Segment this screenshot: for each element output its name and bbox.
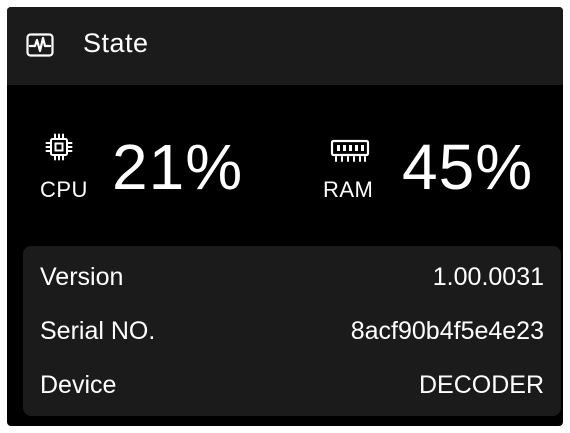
memory-stick-icon bbox=[330, 139, 370, 162]
panel-title: State bbox=[83, 28, 149, 58]
info-value: DECODER bbox=[418, 371, 544, 399]
activity-monitor-icon bbox=[26, 33, 54, 57]
cpu-chip-icon bbox=[45, 133, 73, 161]
info-row-device: Device DECODER bbox=[23, 358, 561, 412]
info-key: Serial NO. bbox=[40, 317, 156, 345]
info-row-version: Version 1.00.0031 bbox=[23, 250, 561, 304]
info-key: Device bbox=[40, 371, 117, 399]
cpu-value: 21% bbox=[112, 131, 244, 203]
panel-header: State bbox=[7, 7, 563, 85]
device-info-card: Version 1.00.0031 Serial NO. 8acf90b4f5e… bbox=[23, 246, 561, 416]
ram-label: RAM bbox=[323, 177, 374, 202]
info-value: 1.00.0031 bbox=[432, 263, 544, 291]
info-row-serial: Serial NO. 8acf90b4f5e4e23 bbox=[23, 304, 561, 358]
info-value: 8acf90b4f5e4e23 bbox=[350, 317, 544, 345]
ram-value: 45% bbox=[402, 131, 534, 203]
state-panel: State CPU 21% RAM 45% Version 1.00.0031 … bbox=[7, 7, 563, 426]
info-key: Version bbox=[40, 263, 124, 291]
cpu-label: CPU bbox=[40, 177, 88, 202]
